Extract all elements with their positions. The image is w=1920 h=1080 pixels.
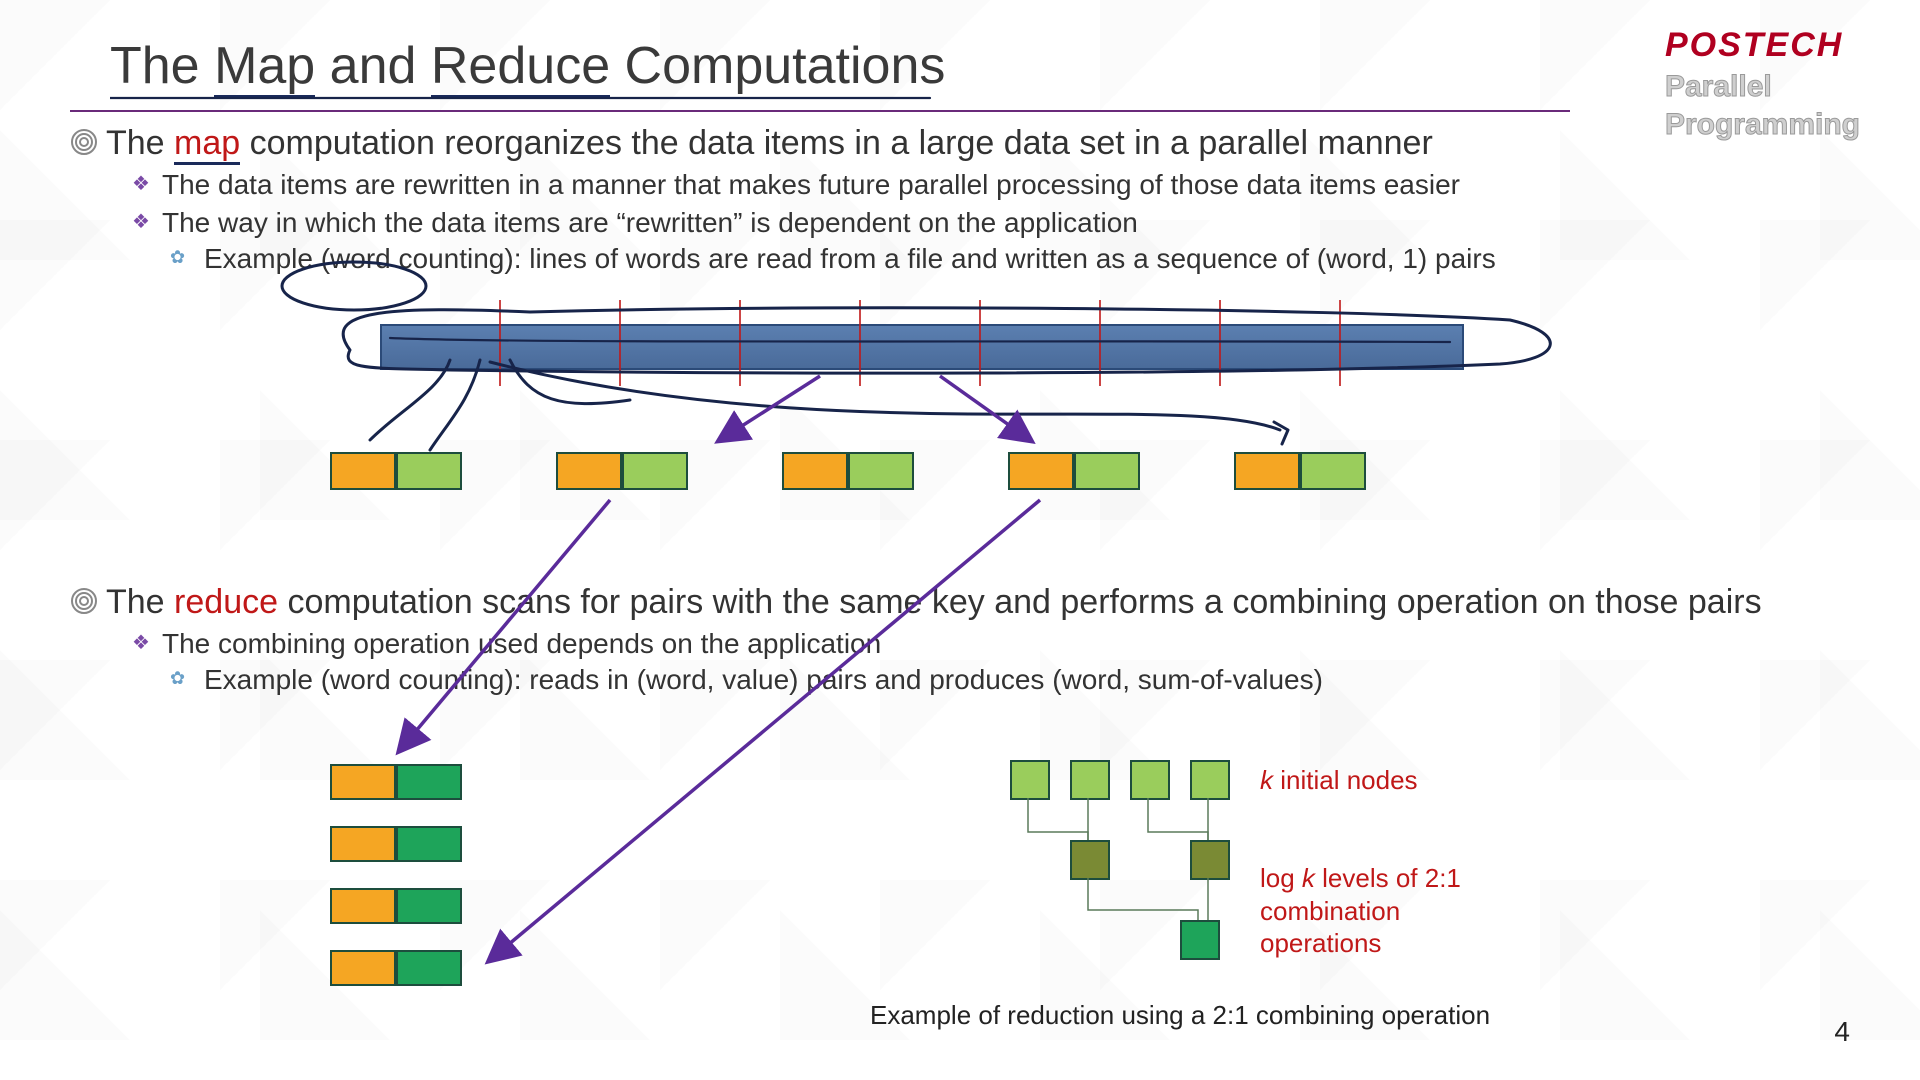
tree-label-levels: log k levels of 2:1 combination operatio… <box>1260 862 1520 960</box>
tree-label-initial-k: k <box>1260 765 1273 795</box>
reduce-example: Example (word counting): reads in (word,… <box>170 664 1860 696</box>
title-map: Map <box>214 37 315 99</box>
title-mid: and <box>315 37 431 95</box>
map-heading-hl: map <box>174 124 240 165</box>
tree-leaf-1 <box>1010 760 1050 800</box>
map-pair-1 <box>330 452 462 490</box>
tree-root <box>1180 920 1220 960</box>
target-icon <box>70 128 98 156</box>
map-pair-4 <box>1008 452 1140 490</box>
reduce-pair-2 <box>330 826 462 862</box>
title-pre: The <box>110 37 214 95</box>
dataset-bar <box>380 324 1464 370</box>
page-number: 4 <box>1834 1016 1850 1048</box>
title-post: Computations <box>610 37 945 95</box>
tree-label-levels-pre: log <box>1260 863 1302 893</box>
map-pair-5 <box>1234 452 1366 490</box>
target-icon <box>70 587 98 615</box>
tree-label-initial-rest: initial nodes <box>1273 765 1418 795</box>
map-pair-3 <box>782 452 914 490</box>
content-area: The map computation reorganizes the data… <box>70 120 1860 696</box>
map-bullet-1: The data items are rewritten in a manner… <box>132 169 1860 201</box>
title-divider <box>70 110 1570 112</box>
reduce-bullet-1: The combining operation used depends on … <box>132 628 1860 660</box>
map-pair-2 <box>556 452 688 490</box>
reduce-heading-hl: reduce <box>174 583 278 621</box>
reduce-pair-4 <box>330 950 462 986</box>
logo-brand: POSTECH <box>1665 26 1860 65</box>
reduce-pair-3 <box>330 888 462 924</box>
tree-inner-1 <box>1070 840 1110 880</box>
map-heading-pre: The <box>106 124 174 162</box>
figure-caption: Example of reduction using a 2:1 combini… <box>870 1000 1490 1031</box>
tree-label-initial: k initial nodes <box>1260 764 1418 797</box>
reduce-pair-1 <box>330 764 462 800</box>
logo-course-1: Parallel <box>1665 71 1860 103</box>
tree-leaf-4 <box>1190 760 1230 800</box>
tree-leaf-3 <box>1130 760 1170 800</box>
tree-label-levels-k: k <box>1302 863 1315 893</box>
title-reduce: Reduce <box>431 37 610 99</box>
reduce-heading-post: computation scans for pairs with the sam… <box>278 583 1762 621</box>
slide-title: The Map and Reduce Computations <box>110 36 945 96</box>
reduce-heading-pre: The <box>106 583 174 621</box>
tree-inner-2 <box>1190 840 1230 880</box>
map-heading: The map computation reorganizes the data… <box>70 124 1860 163</box>
map-example: Example (word counting): lines of words … <box>170 243 1860 275</box>
tree-leaf-2 <box>1070 760 1110 800</box>
reduce-heading: The reduce computation scans for pairs w… <box>70 583 1860 622</box>
map-bullet-2: The way in which the data items are “rew… <box>132 207 1860 239</box>
map-heading-post: computation reorganizes the data items i… <box>240 124 1433 162</box>
